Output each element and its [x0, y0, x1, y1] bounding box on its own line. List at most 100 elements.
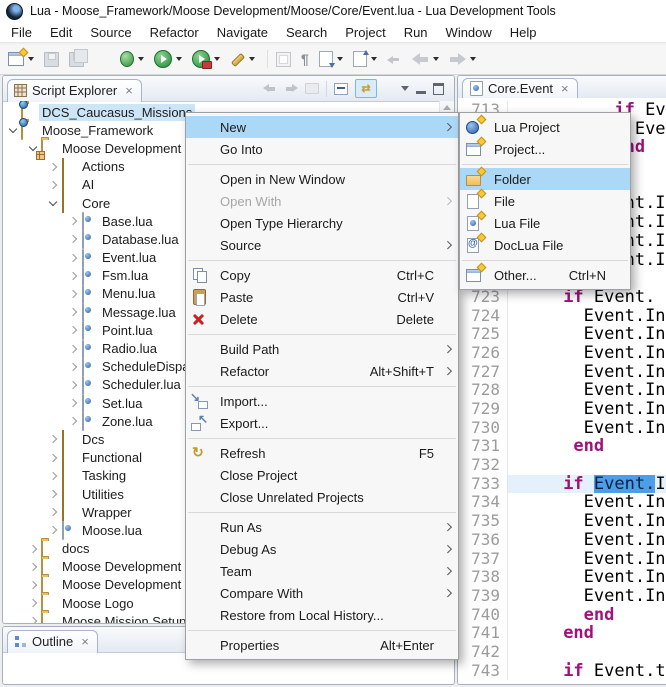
chevron-collapsed-icon[interactable] [27, 559, 41, 575]
chevron-collapsed-icon[interactable] [27, 577, 41, 593]
last-edit-location-button[interactable] [387, 53, 402, 65]
menu-item-file[interactable]: File [460, 190, 630, 212]
code-line[interactable]: 735 Event.Ini [458, 512, 666, 531]
external-tools-button[interactable] [230, 52, 255, 67]
view-back-icon[interactable] [263, 83, 277, 94]
menu-item-build-path[interactable]: Build Path [186, 338, 458, 360]
tab-core-event[interactable]: Core.Event × [462, 78, 578, 99]
next-annotation-button[interactable] [319, 51, 343, 67]
dropdown-caret-icon[interactable] [214, 57, 220, 61]
menu-item-paste[interactable]: PasteCtrl+V [186, 286, 458, 308]
code-line[interactable]: 727 Event.Ini [458, 363, 666, 382]
tab-outline[interactable]: Outline × [7, 630, 98, 653]
code-line[interactable]: 730 Event.Ini [458, 419, 666, 438]
chevron-collapsed-icon[interactable] [27, 541, 41, 557]
previous-annotation-button[interactable] [353, 51, 377, 67]
code-line[interactable]: 737 Event.Ini [458, 550, 666, 569]
menu-run[interactable]: Run [395, 25, 437, 40]
code-line[interactable]: 728 Event.Ini [458, 381, 666, 400]
run-button[interactable] [154, 50, 182, 68]
dropdown-caret-icon[interactable] [433, 57, 439, 61]
chevron-collapsed-icon[interactable] [67, 413, 81, 429]
menu-item-compare-with[interactable]: Compare With [186, 582, 458, 604]
go-up-icon[interactable] [305, 83, 319, 94]
menu-item-open-with[interactable]: Open With [186, 190, 458, 212]
code-line[interactable]: 741 end [458, 624, 666, 643]
dropdown-caret-icon[interactable] [337, 57, 343, 61]
menu-item-restore-from-local-history[interactable]: Restore from Local History... [186, 604, 458, 626]
code-line[interactable]: 724 Event.Ini [458, 307, 666, 326]
menu-item-delete[interactable]: DeleteDelete [186, 308, 458, 330]
menu-item-import[interactable]: Import... [186, 390, 458, 412]
code-line[interactable]: 733 if Event.Ini [458, 475, 666, 494]
chevron-collapsed-icon[interactable] [67, 395, 81, 411]
dropdown-caret-icon[interactable] [28, 57, 34, 61]
maximize-icon[interactable] [433, 83, 444, 95]
view-menu-icon[interactable] [401, 86, 409, 91]
menu-item-team[interactable]: Team [186, 560, 458, 582]
new-wizard-button[interactable] [8, 52, 34, 66]
code-line[interactable]: 729 Event.Ini [458, 400, 666, 419]
chevron-collapsed-icon[interactable] [67, 377, 81, 393]
save-all-button[interactable] [69, 52, 84, 67]
menu-item-open-in-new-window[interactable]: Open in New Window [186, 168, 458, 190]
chevron-collapsed-icon[interactable] [47, 486, 61, 502]
menu-item-refresh[interactable]: RefreshF5 [186, 442, 458, 464]
scroll-up-icon[interactable] [443, 105, 451, 110]
collapse-all-icon[interactable] [334, 83, 348, 95]
menu-item-folder[interactable]: Folder [460, 168, 630, 190]
dropdown-caret-icon[interactable] [176, 57, 182, 61]
code-line[interactable]: 734 Event.Ini [458, 493, 666, 512]
code-line[interactable]: 738 Event.Ini [458, 568, 666, 587]
debug-button[interactable] [120, 51, 144, 67]
view-forward-icon[interactable] [284, 83, 298, 94]
chevron-collapsed-icon[interactable] [67, 250, 81, 266]
code-line[interactable]: 731 end [458, 437, 666, 456]
chevron-collapsed-icon[interactable] [67, 231, 81, 247]
chevron-collapsed-icon[interactable] [47, 468, 61, 484]
minimize-icon[interactable] [416, 91, 426, 94]
menu-window[interactable]: Window [437, 25, 501, 40]
menu-item-source[interactable]: Source [186, 234, 458, 256]
chevron-collapsed-icon[interactable] [47, 159, 61, 175]
code-line[interactable]: 725 Event.Ini [458, 325, 666, 344]
code-line[interactable]: 740 end [458, 606, 666, 625]
menu-item-close-unrelated-projects[interactable]: Close Unrelated Projects [186, 486, 458, 508]
menu-item-properties[interactable]: PropertiesAlt+Enter [186, 634, 458, 656]
menu-item-lua-project[interactable]: Lua Project [460, 116, 630, 138]
chevron-collapsed-icon[interactable] [67, 213, 81, 229]
menu-item-lua-file[interactable]: Lua File [460, 212, 630, 234]
chevron-collapsed-icon[interactable] [67, 286, 81, 302]
show-whitespace-button[interactable]: ¶ [301, 52, 309, 67]
menu-navigate[interactable]: Navigate [208, 25, 277, 40]
chevron-collapsed-icon[interactable] [47, 522, 61, 538]
toggle-mark-occurrences-button[interactable] [276, 52, 291, 67]
menu-item-doclua-file[interactable]: @DocLua File [460, 234, 630, 256]
menu-search[interactable]: Search [277, 25, 336, 40]
menu-refactor[interactable]: Refactor [141, 25, 208, 40]
close-icon[interactable]: × [561, 83, 569, 95]
code-line[interactable]: 726 Event.Ini [458, 344, 666, 363]
chevron-collapsed-icon[interactable] [47, 177, 61, 193]
menu-item-go-into[interactable]: Go Into [186, 138, 458, 160]
chevron-collapsed-icon[interactable] [47, 450, 61, 466]
code-line[interactable]: 742 [458, 643, 666, 662]
menu-edit[interactable]: Edit [41, 25, 81, 40]
code-line[interactable]: 739 Event.Ini [458, 587, 666, 606]
dropdown-caret-icon[interactable] [249, 57, 255, 61]
menu-file[interactable]: File [2, 25, 41, 40]
chevron-expanded-icon[interactable] [47, 195, 61, 211]
menu-help[interactable]: Help [501, 25, 546, 40]
dropdown-caret-icon[interactable] [470, 57, 476, 61]
code-line[interactable]: 736 Event.Ini [458, 531, 666, 550]
menu-item-project[interactable]: Project... [460, 138, 630, 160]
tab-script-explorer[interactable]: Script Explorer × [7, 79, 142, 102]
menu-item-new[interactable]: New [186, 116, 458, 138]
close-icon[interactable]: × [81, 636, 89, 648]
chevron-collapsed-icon[interactable] [27, 613, 41, 623]
link-with-editor-icon[interactable]: ⇄ [355, 79, 377, 98]
close-icon[interactable]: × [125, 85, 133, 97]
chevron-collapsed-icon[interactable] [67, 322, 81, 338]
chevron-collapsed-icon[interactable] [67, 341, 81, 357]
menu-item-open-type-hierarchy[interactable]: Open Type Hierarchy [186, 212, 458, 234]
